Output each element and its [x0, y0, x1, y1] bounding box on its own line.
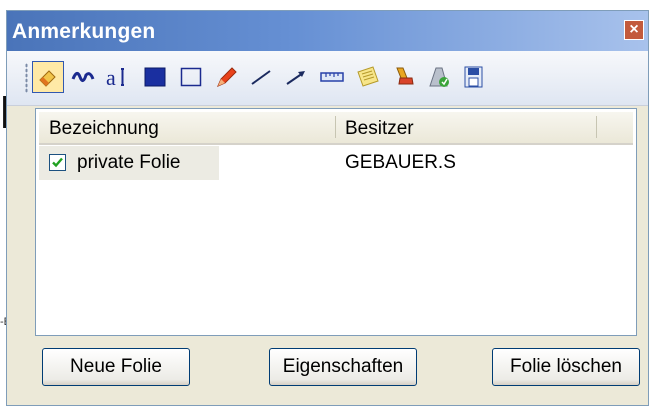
close-icon: × — [629, 21, 639, 38]
annotations-dialog: Anmerkungen × a Bezeichnung Besitzer pri… — [6, 10, 649, 406]
close-button[interactable]: × — [624, 20, 644, 40]
dialog-title: Anmerkungen — [12, 20, 156, 43]
stamp-icon — [396, 67, 414, 85]
eraser-tool-button[interactable] — [32, 61, 64, 93]
annotation-list: Bezeichnung Besitzer private Folie GEBAU… — [35, 108, 637, 336]
freehand-icon — [71, 72, 95, 82]
annotation-toolbar: a — [7, 51, 648, 106]
visibility-checkbox[interactable] — [49, 154, 66, 171]
column-header-name[interactable]: Bezeichnung — [49, 118, 159, 140]
column-header-owner[interactable]: Besitzer — [345, 118, 414, 140]
annotation-owner: GEBAUER.S — [345, 152, 456, 173]
rectangle-icon — [180, 67, 202, 87]
line-icon — [251, 70, 271, 85]
filled-rectangle-icon — [144, 67, 166, 87]
toolbar-grip[interactable] — [25, 63, 28, 93]
svg-text:a: a — [106, 65, 116, 90]
delete-layer-button[interactable]: Folie löschen — [492, 348, 640, 386]
line-tool-button[interactable] — [245, 61, 277, 93]
arrow-tool-button[interactable] — [280, 61, 312, 93]
sticky-note-tool-button[interactable] — [352, 61, 384, 93]
new-layer-button[interactable]: Neue Folie — [42, 348, 190, 386]
save-icon — [464, 66, 483, 88]
properties-button[interactable]: Eigenschaften — [269, 348, 417, 386]
measure-tool-button[interactable] — [316, 61, 348, 93]
highlighter-tool-button[interactable] — [210, 61, 242, 93]
text-icon: a — [106, 65, 124, 90]
stamp-tool-button[interactable] — [388, 61, 420, 93]
arrow-icon — [286, 71, 305, 85]
title-bar[interactable]: Anmerkungen × — [7, 11, 648, 51]
column-separator[interactable] — [335, 116, 336, 138]
checkmark-icon — [52, 157, 63, 168]
signature-tool-button[interactable] — [423, 61, 455, 93]
freehand-tool-button[interactable] — [68, 61, 100, 93]
save-tool-button[interactable] — [458, 61, 490, 93]
sticky-note-icon — [357, 66, 379, 87]
column-separator[interactable] — [596, 116, 597, 138]
filled-rectangle-tool-button[interactable] — [139, 61, 171, 93]
measure-icon — [320, 72, 344, 82]
list-header: Bezeichnung Besitzer — [39, 112, 633, 145]
text-tool-button[interactable]: a — [102, 61, 134, 93]
annotation-name: private Folie — [77, 152, 181, 173]
highlighter-icon — [217, 67, 237, 87]
list-item[interactable]: private Folie GEBAUER.S — [39, 146, 633, 180]
eraser-icon — [39, 70, 56, 87]
signature-icon — [429, 67, 449, 87]
rectangle-tool-button[interactable] — [175, 61, 207, 93]
